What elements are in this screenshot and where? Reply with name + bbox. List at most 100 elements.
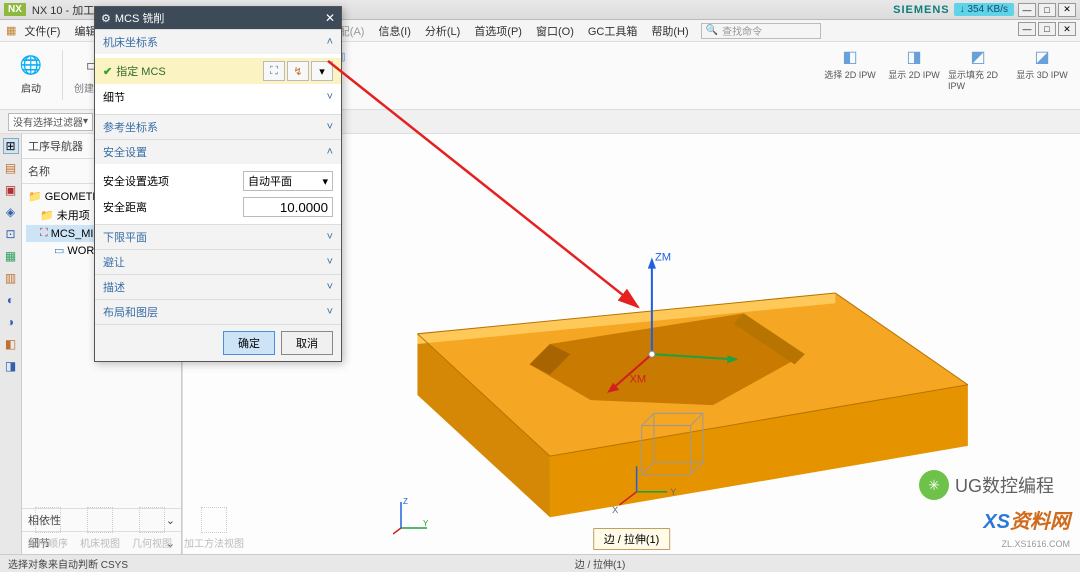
detail-row[interactable]: 细节 ˅ <box>103 84 333 110</box>
menu-info[interactable]: 信息(I) <box>372 21 416 41</box>
svg-text:X: X <box>612 505 618 515</box>
mcs-mill-dialog: ⚙ MCS 铣削 ✕ 机床坐标系˄ ✔ 指定 MCS ⛶ ↯ ▾ 细节 ˅ 参考坐标… <box>94 6 342 362</box>
launch-button[interactable]: 🌐 启动 <box>8 46 54 102</box>
chevron-down-icon: ▾ <box>322 175 328 188</box>
pal-icon <box>139 507 165 533</box>
menu-window[interactable]: 窗口(O) <box>530 21 580 41</box>
resource-tab-icon[interactable]: ▣ <box>3 182 19 198</box>
resource-tab-navigator[interactable]: ⊞ <box>3 138 19 154</box>
safety-option-select[interactable]: 自动平面▾ <box>243 171 333 191</box>
program-order-view: 程序顺序 <box>28 507 68 550</box>
chevron-down-icon: ˅ <box>327 281 333 293</box>
resource-tab-icon[interactable]: ◈ <box>3 204 19 220</box>
folder-icon: 📁 <box>28 190 42 203</box>
section-desc[interactable]: 描述˅ <box>95 274 341 299</box>
pal-icon <box>87 507 113 533</box>
resource-tab-icon[interactable]: ◧ <box>3 336 19 352</box>
dialog-titlebar[interactable]: ⚙ MCS 铣削 ✕ <box>95 7 341 29</box>
cube-3d-icon: ◪ <box>1029 46 1055 68</box>
section-machine-csys[interactable]: 机床坐标系˄ <box>95 29 341 54</box>
chevron-up-icon: ˄ <box>327 36 333 48</box>
ok-button[interactable]: 确定 <box>223 331 275 355</box>
status-selection: 边 / 拉伸(1) <box>575 556 626 571</box>
csys-dialog-button[interactable]: ⛶ <box>263 61 285 81</box>
folder-icon: 📁 <box>40 209 54 222</box>
status-message: 选择对象来自动判断 CSYS <box>8 556 128 571</box>
safety-distance-row: 安全距离 <box>103 194 333 220</box>
gear-icon: ⚙ <box>101 12 111 25</box>
csys-manip-button[interactable]: ↯ <box>287 61 309 81</box>
section-avoid[interactable]: 避让˅ <box>95 249 341 274</box>
svg-text:XM: XM <box>629 374 646 386</box>
dialog-buttons: 确定 取消 <box>95 324 341 361</box>
method-view: 加工方法视图 <box>184 507 244 550</box>
filter-select[interactable]: 没有选择过滤器 ▾ <box>8 113 93 131</box>
specify-mcs-label: 指定 MCS <box>116 66 166 78</box>
show-3d-ipw-button[interactable]: ◪ 显示 3D IPW <box>1012 46 1072 81</box>
doc-restore-button[interactable]: □ <box>1038 22 1056 36</box>
brand-label: SIEMENS <box>893 4 950 16</box>
machine-view: 机床视图 <box>80 507 120 550</box>
cancel-button[interactable]: 取消 <box>281 331 333 355</box>
resource-tab-icon[interactable]: ⊡ <box>3 226 19 242</box>
doc-close-button[interactable]: ✕ <box>1058 22 1076 36</box>
resource-tab-icon[interactable]: ◐ <box>3 292 19 308</box>
separator <box>62 50 63 100</box>
resource-tab-icon[interactable]: ▤ <box>3 160 19 176</box>
watermark-xs: XS资料网 ZL.XS1616.COM <box>983 505 1070 550</box>
dialog-close-button[interactable]: ✕ <box>325 11 335 25</box>
show-2d-ipw-button[interactable]: ◨ 显示 2D IPW <box>884 46 944 81</box>
navigator-view-palette: 程序顺序 机床视图 几何视图 加工方法视图 <box>28 507 244 550</box>
dialog-title: MCS 铣削 <box>115 10 165 26</box>
app-title: NX 10 - 加工 <box>32 2 94 18</box>
geometry-view: 几何视图 <box>132 507 172 550</box>
safety-option-label: 安全设置选项 <box>103 173 169 189</box>
section-layout[interactable]: 布局和图层˅ <box>95 299 341 324</box>
cube-icon: ◨ <box>901 46 927 68</box>
netspeed-badge: ↓ 354 KB/s <box>954 3 1014 16</box>
menu-analyze[interactable]: 分析(L) <box>419 21 466 41</box>
chevron-up-icon: ˄ <box>327 146 333 158</box>
menu-gc[interactable]: GC工具箱 <box>582 21 644 41</box>
app-logo: NX <box>4 3 26 16</box>
status-bar: 选择对象来自动判断 CSYS 边 / 拉伸(1) <box>0 554 1080 572</box>
resource-bar: ⊞ ▤ ▣ ◈ ⊡ ▦ ▥ ◐ ◑ ◧ ◨ <box>0 134 22 554</box>
search-icon: 🔍 <box>706 25 718 36</box>
section-safety[interactable]: 安全设置˄ <box>95 139 341 164</box>
wechat-icon: ✳ <box>919 470 949 500</box>
csys-dropdown-button[interactable]: ▾ <box>311 61 333 81</box>
menu-help[interactable]: 帮助(H) <box>645 21 694 41</box>
window-restore-button[interactable]: □ <box>1038 3 1056 17</box>
svg-text:Y: Y <box>423 519 429 528</box>
doc-minimize-button[interactable]: — <box>1018 22 1036 36</box>
detail-label: 细节 <box>103 89 125 105</box>
resource-tab-icon[interactable]: ▥ <box>3 270 19 286</box>
section-lower-plane[interactable]: 下限平面˅ <box>95 224 341 249</box>
safety-option-row: 安全设置选项 自动平面▾ <box>103 168 333 194</box>
csys-icon: ⛶ <box>40 227 48 240</box>
section-ref-csys[interactable]: 参考坐标系˅ <box>95 114 341 139</box>
workpiece-icon: ▭ <box>54 244 64 257</box>
resource-tab-icon[interactable]: ◨ <box>3 358 19 374</box>
window-close-button[interactable]: ✕ <box>1058 3 1076 17</box>
resource-tab-icon[interactable]: ◑ <box>3 314 19 330</box>
command-finder-placeholder: 查找命令 <box>722 23 762 38</box>
show-fill-2d-ipw-button[interactable]: ◩ 显示填充 2D IPW <box>948 46 1008 91</box>
safety-distance-label: 安全距离 <box>103 199 147 215</box>
safety-distance-input[interactable] <box>243 197 333 217</box>
specify-mcs-row[interactable]: ✔ 指定 MCS ⛶ ↯ ▾ <box>95 58 341 84</box>
chevron-down-icon: ˅ <box>327 256 333 268</box>
pal-icon <box>35 507 61 533</box>
select-2d-ipw-button[interactable]: ◧ 选择 2D IPW <box>820 46 880 81</box>
resource-tab-icon[interactable]: ▦ <box>3 248 19 264</box>
chevron-down-icon: ˅ <box>327 91 333 103</box>
window-minimize-button[interactable]: — <box>1018 3 1036 17</box>
command-finder[interactable]: 🔍 查找命令 <box>701 23 821 39</box>
quick-access-icon[interactable]: ▦ <box>6 24 16 37</box>
pal-icon <box>201 507 227 533</box>
check-icon: ✔ <box>103 66 112 78</box>
menu-file[interactable]: 文件(F) <box>18 21 66 41</box>
chevron-down-icon: ˅ <box>327 231 333 243</box>
menu-prefs[interactable]: 首选项(P) <box>468 21 528 41</box>
svg-text:Z: Z <box>403 497 408 506</box>
